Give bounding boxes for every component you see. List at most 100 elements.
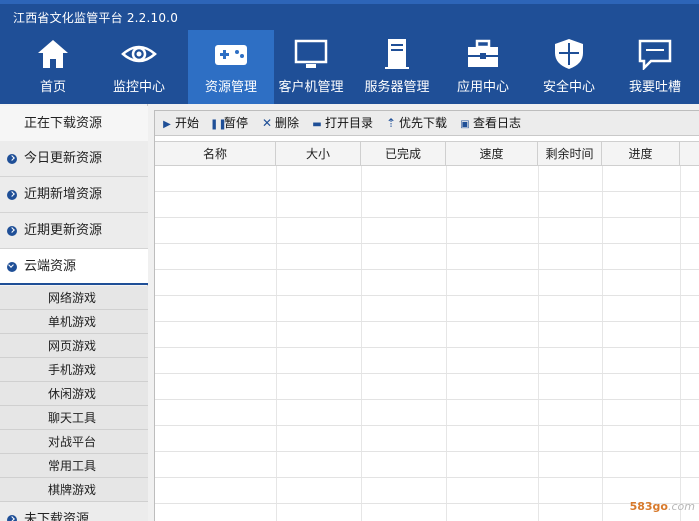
- sidebar-item-label: 近期更新资源: [24, 223, 103, 238]
- table-row[interactable]: [155, 374, 699, 400]
- sub-item-common-tools[interactable]: 常用工具: [0, 454, 148, 478]
- table-row[interactable]: [155, 348, 699, 374]
- app-header: 江西省文化监管平台 2.2.10.0 首页 监控中心 资源管理 客户机管理 服务…: [0, 0, 699, 104]
- sidebar-item-label: 正在下载资源: [24, 116, 103, 131]
- sub-item-battle-platform[interactable]: 对战平台: [0, 430, 148, 454]
- sidebar-item-label: 近期新增资源: [24, 187, 103, 202]
- column-name[interactable]: 名称: [155, 142, 276, 166]
- open-directory-button[interactable]: ▬ 打开目录: [311, 111, 373, 136]
- sub-item-chat-tools[interactable]: 聊天工具: [0, 406, 148, 430]
- sidebar-item-downloading[interactable]: 正在下载资源: [0, 106, 148, 142]
- table-row[interactable]: [155, 322, 699, 348]
- home-icon: [38, 40, 68, 68]
- column-completed[interactable]: 已完成: [361, 142, 446, 166]
- nav-client-label: 客户机管理: [278, 80, 344, 95]
- nav-monitor-center[interactable]: 监控中心: [96, 30, 182, 104]
- gamepad-icon: [215, 45, 247, 65]
- shield-icon: [555, 39, 583, 69]
- monitor-icon: [294, 39, 328, 68]
- table-row[interactable]: [155, 478, 699, 504]
- expand-arrow-icon: [7, 515, 17, 521]
- pause-label: 暂停: [224, 116, 249, 130]
- view-log-label: 查看日志: [473, 116, 522, 130]
- upload-arrow-icon: ⇡: [385, 116, 397, 130]
- toolbox-icon: [468, 39, 498, 67]
- column-size[interactable]: 大小: [276, 142, 361, 166]
- table-body: [155, 166, 699, 521]
- column-progress[interactable]: 进度: [602, 142, 680, 166]
- view-log-button[interactable]: ▣ 查看日志: [459, 111, 521, 136]
- start-button[interactable]: ▶ 开始: [161, 111, 199, 136]
- table-row[interactable]: [155, 244, 699, 270]
- sidebar-item-cloud-resources[interactable]: 云端资源: [0, 249, 148, 285]
- log-icon: ▣: [460, 119, 470, 130]
- sidebar: 正在下载资源 今日更新资源 近期新增资源 近期更新资源 云端资源 网络游戏 单机…: [0, 104, 148, 521]
- open-directory-label: 打开目录: [325, 116, 374, 130]
- nav-client-management[interactable]: 客户机管理: [268, 30, 354, 104]
- sub-item-online-games[interactable]: 网络游戏: [0, 286, 148, 310]
- priority-download-button[interactable]: ⇡ 优先下载: [385, 111, 447, 136]
- sidebar-item-not-downloaded[interactable]: 未下载资源: [0, 502, 148, 521]
- table-row[interactable]: [155, 192, 699, 218]
- sidebar-item-label: 今日更新资源: [24, 151, 103, 166]
- table-row[interactable]: [155, 166, 699, 192]
- sub-item-single-games[interactable]: 单机游戏: [0, 310, 148, 334]
- expand-arrow-icon: [7, 190, 17, 200]
- collapse-arrow-icon: [7, 262, 17, 272]
- nav-resource-label: 资源管理: [204, 80, 257, 95]
- delete-label: 删除: [275, 116, 300, 130]
- sidebar-item-recent-updated[interactable]: 近期更新资源: [0, 213, 148, 249]
- nav-feedback[interactable]: 我要吐槽: [612, 30, 698, 104]
- sidebar-item-label: 未下载资源: [24, 512, 90, 521]
- table-row[interactable]: [155, 426, 699, 452]
- table-row[interactable]: [155, 218, 699, 244]
- main-panel: ▶ 开始 ❚❚暂停 ✕ 删除 ▬ 打开目录 ⇡ 优先下载 ▣ 查看日志 名称 大小 已完成…: [154, 110, 699, 521]
- start-label: 开始: [175, 116, 200, 130]
- nav-security-label: 安全中心: [542, 80, 595, 95]
- download-table: 名称 大小 已完成 速度 剩余时间 进度: [155, 141, 699, 521]
- eye-icon: [121, 45, 157, 63]
- expand-arrow-icon: [7, 226, 17, 236]
- table-header: 名称 大小 已完成 速度 剩余时间 进度: [155, 141, 699, 166]
- nav-server-management[interactable]: 服务器管理: [354, 30, 440, 104]
- nav-app-label: 应用中心: [456, 80, 509, 95]
- nav-app-center[interactable]: 应用中心: [440, 30, 526, 104]
- priority-download-label: 优先下载: [399, 116, 448, 130]
- folder-icon: ▬: [312, 119, 322, 130]
- sub-item-web-games[interactable]: 网页游戏: [0, 334, 148, 358]
- pause-icon: ❚❚: [210, 119, 227, 130]
- server-icon: [385, 39, 409, 69]
- sidebar-item-today-updated[interactable]: 今日更新资源: [0, 141, 148, 177]
- table-row[interactable]: [155, 452, 699, 478]
- nav-security-center[interactable]: 安全中心: [526, 30, 612, 104]
- chat-icon: [638, 39, 672, 70]
- sidebar-item-recent-added[interactable]: 近期新增资源: [0, 177, 148, 213]
- nav-feedback-label: 我要吐槽: [628, 80, 681, 95]
- expand-arrow-icon: [7, 154, 17, 164]
- sub-item-board-games[interactable]: 棋牌游戏: [0, 478, 148, 502]
- delete-x-icon: ✕: [261, 116, 273, 130]
- watermark-brand: 583go: [629, 500, 668, 513]
- nav-home[interactable]: 首页: [10, 30, 96, 104]
- nav-home-label: 首页: [39, 80, 66, 95]
- header-top-strip: [0, 0, 699, 4]
- table-row[interactable]: [155, 400, 699, 426]
- nav-server-label: 服务器管理: [364, 80, 430, 95]
- delete-button[interactable]: ✕ 删除: [261, 111, 299, 136]
- play-icon: ▶: [163, 119, 171, 130]
- sub-item-mobile-games[interactable]: 手机游戏: [0, 358, 148, 382]
- sidebar-item-label: 云端资源: [24, 259, 77, 274]
- main-nav: 首页 监控中心 资源管理 客户机管理 服务器管理 应用中心 安全中心 我要吐槽: [0, 30, 699, 104]
- pause-button[interactable]: ❚❚暂停: [210, 111, 248, 136]
- watermark-suffix: .com: [668, 500, 695, 513]
- nav-resource-management[interactable]: 资源管理: [188, 30, 274, 104]
- column-speed[interactable]: 速度: [446, 142, 538, 166]
- sub-item-casual-games[interactable]: 休闲游戏: [0, 382, 148, 406]
- column-remaining-time[interactable]: 剩余时间: [538, 142, 602, 166]
- toolbar: ▶ 开始 ❚❚暂停 ✕ 删除 ▬ 打开目录 ⇡ 优先下载 ▣ 查看日志: [155, 111, 699, 136]
- watermark: 583go.com: [630, 500, 695, 513]
- table-row[interactable]: [155, 270, 699, 296]
- nav-monitor-label: 监控中心: [112, 80, 165, 95]
- table-row[interactable]: [155, 296, 699, 322]
- app-title: 江西省文化监管平台 2.2.10.0: [13, 11, 179, 25]
